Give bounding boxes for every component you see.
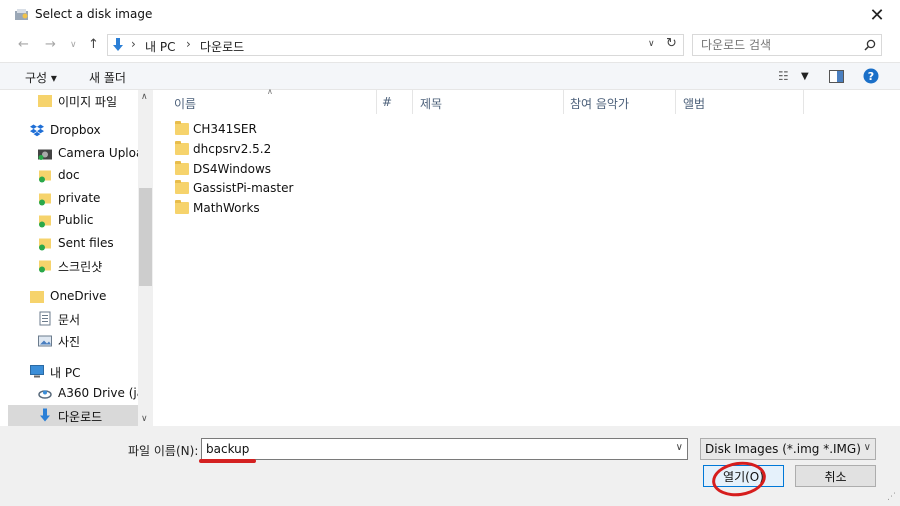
folder-icon	[175, 200, 189, 214]
file-row[interactable]: MathWorks	[172, 199, 372, 219]
file-type-value: Disk Images (*.img *.IMG)	[705, 442, 861, 456]
sidebar-item-pictures[interactable]: 사진	[8, 330, 140, 352]
sidebar-item-downloads[interactable]: 다운로드	[8, 405, 140, 426]
column-divider	[412, 90, 413, 114]
close-button[interactable]: ✕	[854, 0, 900, 30]
command-toolbar: 구성 ▾ 새 폴더 ☷ ▼ ?	[0, 62, 900, 90]
folder-icon	[175, 141, 189, 155]
filename-label: 파일 이름(N):	[128, 444, 199, 458]
history-chevron-icon[interactable]: ∨	[70, 40, 77, 50]
search-box[interactable]	[692, 34, 882, 56]
scroll-up-icon[interactable]: ∧	[141, 92, 148, 102]
dropbox-icon	[30, 124, 44, 137]
new-folder-button[interactable]: 새 폴더	[89, 69, 126, 86]
window-title: Select a disk image	[35, 7, 153, 21]
svg-text:?: ?	[868, 70, 874, 83]
preview-pane-icon[interactable]	[829, 70, 844, 83]
camera-folder-icon	[38, 149, 52, 160]
column-divider	[803, 90, 804, 114]
column-header-artist[interactable]: 참여 음악가	[570, 95, 629, 112]
cancel-button[interactable]: 취소	[795, 465, 876, 487]
sidebar-item-sent-files[interactable]: Sent files	[8, 233, 140, 255]
breadcrumb-separator-icon: ›	[186, 37, 191, 51]
view-dropdown-icon[interactable]: ▼	[801, 71, 809, 82]
scroll-thumb[interactable]	[139, 188, 152, 286]
file-row[interactable]: dhcpsrv2.5.2	[172, 140, 372, 160]
dialog-footer: 파일 이름(N): backup ∨ Disk Images (*.img *.…	[0, 426, 900, 506]
breadcrumb-this-pc[interactable]: 내 PC	[145, 38, 175, 55]
search-input[interactable]	[701, 38, 861, 52]
sidebar-item-screenshots[interactable]: 스크린샷	[8, 255, 140, 277]
filename-field[interactable]: backup ∨	[201, 438, 688, 460]
column-divider	[376, 90, 377, 114]
column-header-album[interactable]: 앨범	[683, 95, 705, 112]
file-row[interactable]: GassistPi-master	[172, 179, 372, 199]
file-list-pane: ∧ 이름 # 제목 참여 음악가 앨범 CH341SER dhcpsrv2.5.…	[155, 87, 900, 426]
folder-icon	[30, 291, 44, 303]
synced-folder-icon	[39, 170, 51, 183]
synced-folder-icon	[39, 260, 51, 273]
title-bar: Select a disk image ✕	[0, 0, 900, 30]
column-divider	[563, 90, 564, 114]
column-divider	[675, 90, 676, 114]
chevron-down-icon: ∨	[863, 442, 871, 453]
file-row[interactable]: DS4Windows	[172, 160, 372, 180]
file-type-filter[interactable]: Disk Images (*.img *.IMG) ∨	[700, 438, 876, 460]
address-bar[interactable]: › 내 PC › 다운로드 ∨ ↻	[107, 34, 684, 56]
navigation-pane: 이미지 파일 Dropbox Camera Uploads doc privat…	[8, 90, 153, 426]
column-header-number[interactable]: #	[382, 95, 392, 109]
refresh-icon[interactable]: ↻	[666, 36, 677, 51]
sidebar-item-a360-drive[interactable]: A360 Drive (jaew	[8, 383, 153, 405]
view-options-icon[interactable]: ☷	[778, 69, 789, 83]
computer-icon	[30, 365, 44, 378]
breadcrumb-downloads[interactable]: 다운로드	[200, 38, 244, 55]
sidebar-item-dropbox[interactable]: Dropbox	[8, 120, 140, 142]
synced-folder-icon	[39, 238, 51, 251]
sidebar-item-image-files[interactable]: 이미지 파일	[8, 90, 140, 112]
download-location-icon	[113, 38, 123, 51]
address-dropdown-icon[interactable]: ∨	[648, 39, 655, 49]
filename-value: backup	[206, 442, 250, 456]
scroll-down-icon[interactable]: ∨	[141, 414, 148, 424]
synced-folder-icon	[39, 215, 51, 228]
sidebar-item-public[interactable]: Public	[8, 210, 140, 232]
annotation-underline	[199, 459, 256, 463]
app-icon	[15, 9, 28, 20]
sort-indicator-icon: ∧	[267, 87, 273, 96]
folder-icon	[175, 180, 189, 194]
download-icon	[40, 408, 50, 422]
sidebar-item-documents[interactable]: 문서	[8, 308, 140, 330]
sidebar-item-camera-uploads[interactable]: Camera Uploads	[8, 143, 153, 165]
navigation-scrollbar[interactable]: ∧ ∨	[138, 90, 153, 426]
help-icon[interactable]: ?	[863, 68, 879, 84]
forward-arrow-icon[interactable]: →	[45, 37, 56, 52]
column-header-name[interactable]: 이름	[174, 95, 196, 112]
cloud-drive-icon	[38, 390, 52, 399]
folder-icon	[175, 121, 189, 135]
sidebar-item-onedrive[interactable]: OneDrive	[8, 286, 140, 308]
synced-folder-icon	[39, 193, 51, 206]
resize-grip-icon[interactable]: ⋰	[887, 492, 896, 502]
up-arrow-icon[interactable]: ↑	[88, 37, 99, 52]
folder-icon	[175, 161, 189, 175]
sidebar-item-this-pc[interactable]: 내 PC	[8, 361, 140, 383]
back-arrow-icon[interactable]: ←	[18, 37, 29, 52]
picture-icon	[38, 335, 52, 347]
file-row[interactable]: CH341SER	[172, 120, 372, 140]
folder-icon	[38, 95, 52, 107]
sidebar-item-private[interactable]: private	[8, 188, 140, 210]
column-header-title[interactable]: 제목	[420, 95, 442, 112]
chevron-down-icon[interactable]: ∨	[676, 442, 683, 453]
search-icon	[864, 39, 876, 51]
breadcrumb-separator-icon: ›	[131, 37, 136, 51]
close-icon: ✕	[869, 4, 885, 26]
sidebar-item-doc[interactable]: doc	[8, 165, 140, 187]
organize-menu[interactable]: 구성 ▾	[25, 69, 57, 86]
document-icon	[39, 311, 51, 326]
